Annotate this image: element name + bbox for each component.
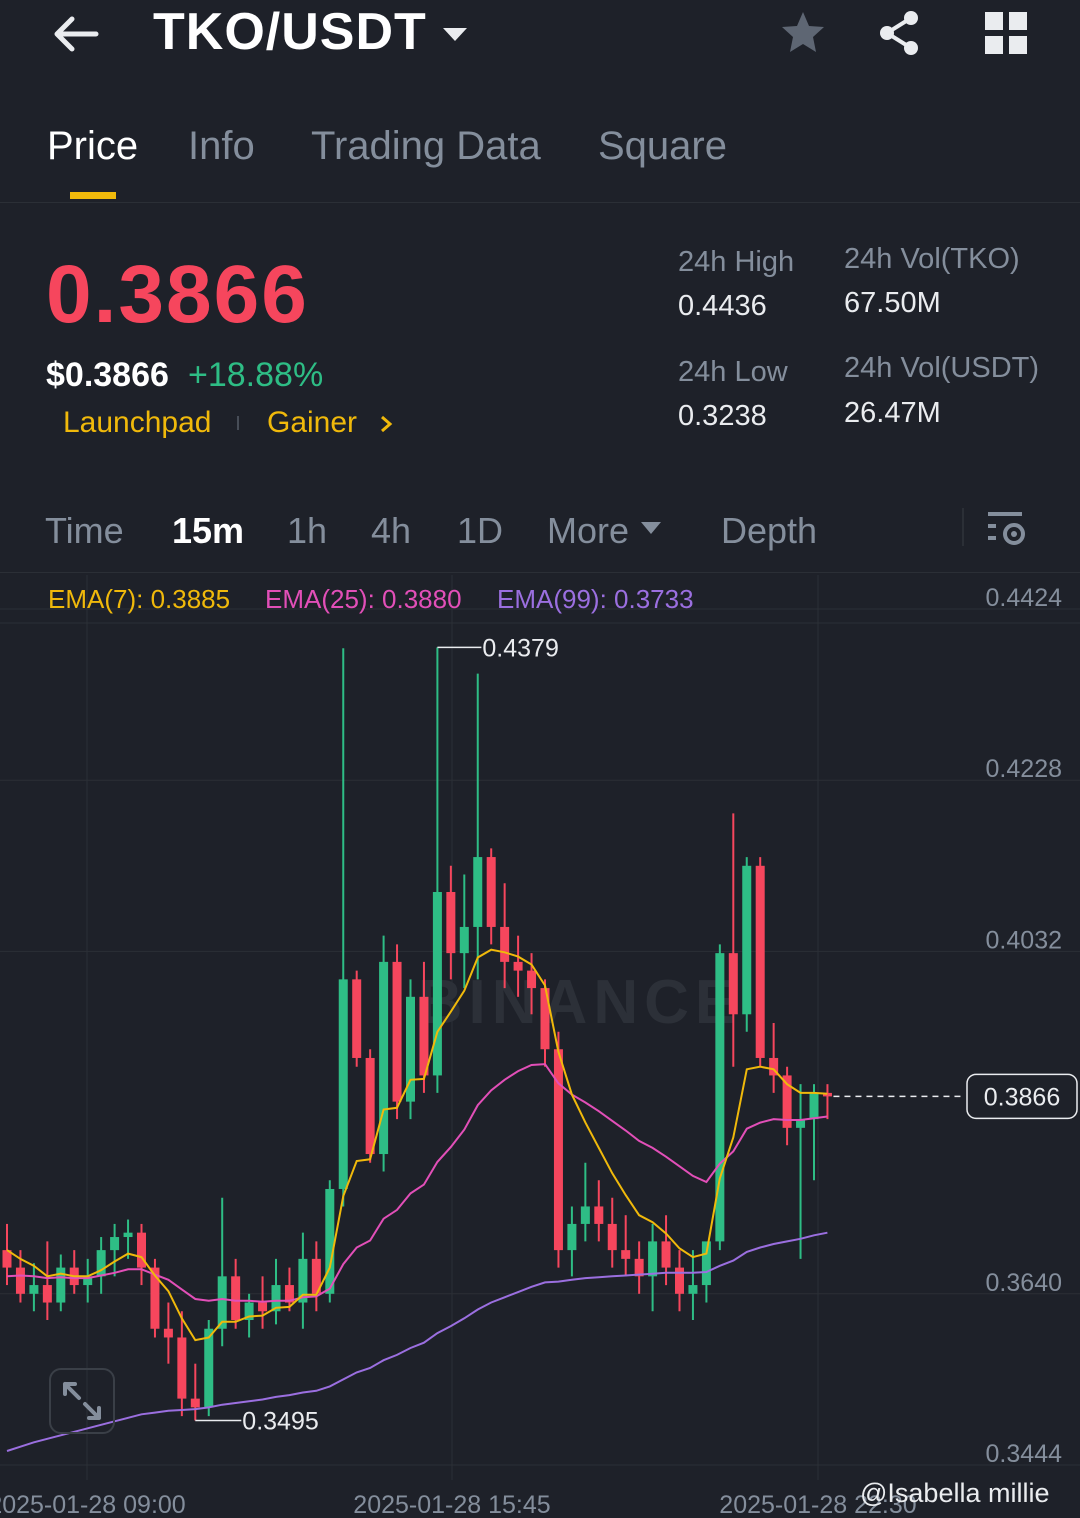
interval-1d[interactable]: 1D [457,510,503,552]
tag-launchpad[interactable]: Launchpad [63,406,211,440]
candle-body [728,953,738,1015]
candle-body [567,1223,577,1251]
candle-body [459,926,469,954]
y-tick-label: 0.3444 [986,1440,1063,1468]
candle-body [338,979,348,1189]
tab-trading-data[interactable]: Trading Data [311,124,541,169]
ema25-legend: EMA(25): 0.3880 [265,584,462,614]
y-tick-label: 0.4424 [986,584,1063,612]
candle-body [110,1237,120,1251]
chart-settings-icon[interactable] [986,508,1030,548]
low-label: 24h Low [678,356,788,388]
candle-body [809,1092,819,1120]
candle-body [325,1188,335,1294]
high-label: 24h High [678,246,795,278]
candle-body [392,961,402,1102]
candle-body [648,1241,658,1277]
candle-body [258,1302,268,1312]
dropdown-caret-icon[interactable] [440,18,470,48]
interval-more[interactable]: More [547,510,629,552]
active-tab-indicator [70,192,116,199]
candle-body [513,961,523,971]
min-price-label: 0.3495 [242,1407,318,1435]
back-arrow-icon[interactable] [50,10,102,58]
candle-body [486,857,496,927]
candle-body [379,961,389,1155]
tab-price[interactable]: Price [47,124,138,169]
candlestick-chart[interactable]: BINANCE 0.4424 0.4228 0.4032 0.3640 0.3444 202… [0,575,1080,1518]
interval-bar: Time 15m 1h 4h 1D More Depth [0,490,1080,573]
star-icon[interactable] [778,8,828,58]
candle-body [204,1328,214,1408]
interval-4h[interactable]: 4h [371,510,411,552]
vol-base-value: 67.50M [844,287,941,319]
chevron-right-icon[interactable] [378,413,394,435]
candle-body [231,1276,241,1321]
ema99-legend: EMA(99): 0.3733 [497,584,694,614]
more-caret-icon[interactable] [640,520,662,536]
fullscreen-button[interactable] [49,1368,115,1434]
candle-body [675,1267,684,1294]
y-tick-label: 0.4228 [986,755,1062,783]
candle-body [432,892,442,1076]
high-value: 0.4436 [678,290,767,322]
candle-body [365,1057,375,1155]
candle-body [123,1232,133,1238]
interval-time[interactable]: Time [45,510,124,552]
brand-watermark: BINANCE [418,968,742,1037]
candle-body [190,1398,200,1408]
candle-body [15,1267,25,1294]
candle-body [163,1328,173,1338]
x-tick-label: 2025-01-28 15:45 [353,1491,550,1518]
tag-gainer[interactable]: Gainer [267,406,357,440]
expand-icon [63,1382,101,1420]
tag-divider [237,416,239,430]
candle-body [580,1206,590,1224]
vol-quote-value: 26.47M [844,397,941,429]
grid-icon[interactable] [983,10,1029,56]
candle-body [473,857,483,927]
low-value: 0.3238 [678,400,767,432]
candle-body [446,892,456,954]
top-bar: TKO/USDT [0,0,1080,80]
change-percent: +18.88% [188,356,324,394]
candle-body [594,1206,604,1224]
main-tabs: Price Info Trading Data Square [0,110,1080,203]
tab-square[interactable]: Square [598,124,727,169]
depth-tab[interactable]: Depth [721,510,817,552]
interval-1h[interactable]: 1h [287,510,327,552]
candle-body [621,1250,631,1259]
usd-price: $0.3866 [46,356,169,394]
pair-title[interactable]: TKO/USDT [153,2,427,62]
candle-body [29,1285,39,1294]
interval-divider [962,508,964,546]
current-price-label: 0.3866 [984,1083,1060,1111]
candle-body [419,996,429,1076]
vol-base-label: 24h Vol(TKO) [844,243,1020,275]
ema7-legend: EMA(7): 0.3885 [48,584,231,614]
candle-body [742,865,752,1015]
candle-body [352,979,362,1058]
candle-body [527,970,537,989]
tab-info[interactable]: Info [188,124,255,169]
candle-body [755,865,765,1058]
last-price: 0.3866 [46,249,309,340]
candle-body [500,926,510,962]
candle-body [177,1337,187,1399]
candle-body [42,1285,52,1303]
candle-body [607,1223,617,1251]
vol-quote-label: 24h Vol(USDT) [844,352,1040,384]
y-tick-label: 0.4032 [986,926,1062,954]
share-icon[interactable] [874,8,924,58]
max-price-label: 0.4379 [482,634,558,662]
candle-body [661,1241,671,1268]
y-tick-label: 0.3640 [986,1269,1062,1297]
candle-body [688,1285,698,1294]
watermark-user: @Isabella millie [860,1478,1050,1508]
interval-15m[interactable]: 15m [172,510,244,552]
x-tick-label: 2025-01-28 09:00 [0,1491,186,1518]
